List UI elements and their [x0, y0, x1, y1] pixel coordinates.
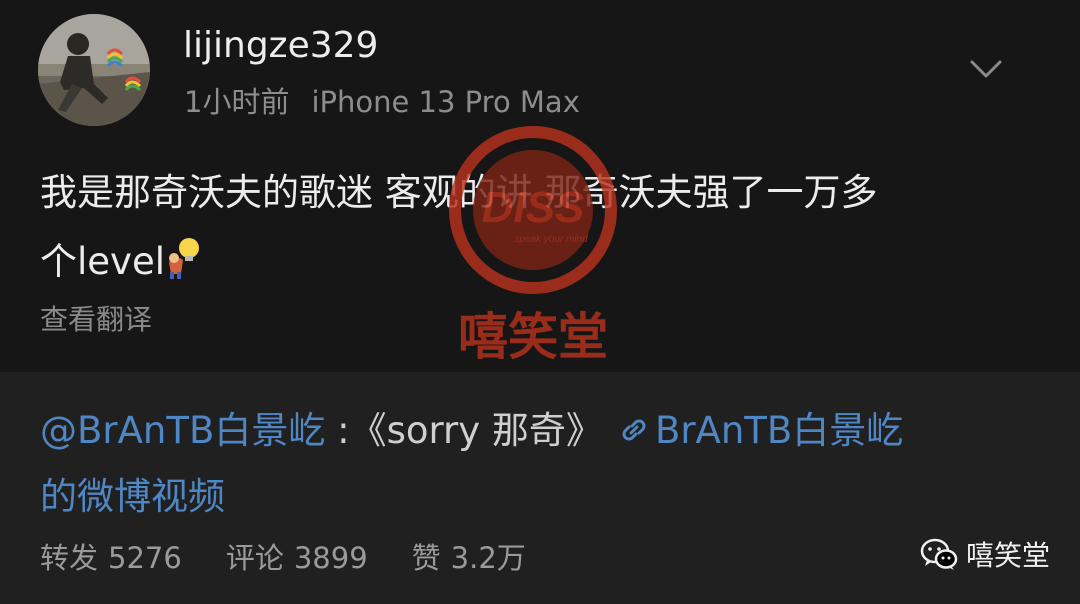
- like-label: 赞: [411, 541, 441, 575]
- brand-name: 嘻笑堂: [966, 539, 1051, 572]
- repost-label: 转发: [40, 541, 99, 575]
- comment-label: 评论: [225, 541, 284, 575]
- svg-text:嘻笑堂: 嘻笑堂: [458, 308, 608, 366]
- svg-text:speak your mind: speak your mind: [514, 234, 588, 245]
- wechat-icon: [920, 538, 958, 570]
- svg-text:DISS: DISS: [482, 183, 585, 232]
- username[interactable]: lijingze329: [183, 22, 378, 70]
- avatar-photo: [38, 14, 150, 126]
- chevron-down-icon[interactable]: [968, 56, 1004, 84]
- video-source-link-suffix[interactable]: 的微博视频: [40, 464, 1040, 530]
- post-content-line2: 个level: [40, 240, 165, 283]
- stats-bar: 转发 5276 评论 3899 赞 3.2万: [40, 538, 570, 578]
- link-icon: [622, 419, 646, 441]
- post-device: iPhone 13 Pro Max: [311, 85, 580, 119]
- video-source-link[interactable]: BrAnTB白景屹: [655, 409, 903, 452]
- repost-text: @BrAnTB白景屹 :《sorry 那奇》 BrAnTB白景屹 的微博视频: [40, 398, 1040, 530]
- like-count: 3.2万: [450, 541, 526, 575]
- post-meta: 1小时前 iPhone 13 Pro Max: [184, 82, 580, 122]
- lightbulb-person-emoji: [168, 238, 199, 279]
- repost-line1: @BrAnTB白景屹 :《sorry 那奇》 BrAnTB白景屹: [40, 398, 1040, 464]
- repost-separator: :: [325, 409, 350, 452]
- post-time: 1小时前: [184, 85, 290, 119]
- translate-link[interactable]: 查看翻译: [40, 300, 152, 340]
- watermark-logo: DISS speak your mind 嘻笑堂: [449, 126, 617, 366]
- video-title: 《sorry 那奇》: [349, 409, 603, 452]
- repost-stat[interactable]: 转发 5276: [40, 538, 182, 578]
- comment-stat[interactable]: 评论 3899: [226, 538, 368, 578]
- comment-count: 3899: [293, 541, 368, 575]
- mention-link[interactable]: @BrAnTB白景屹: [40, 409, 325, 452]
- post-card: lijingze329 1小时前 iPhone 13 Pro Max 我是那奇沃夫…: [0, 0, 1080, 372]
- avatar[interactable]: [38, 14, 150, 126]
- like-stat[interactable]: 赞 3.2万: [412, 538, 526, 578]
- brand-watermark: 嘻笑堂: [920, 536, 1050, 576]
- repost-count: 5276: [108, 541, 182, 575]
